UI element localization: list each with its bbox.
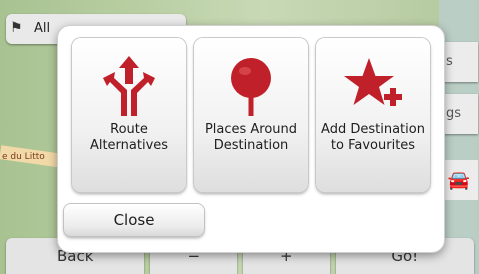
close-button[interactable]: Close xyxy=(64,204,204,236)
route-alternatives-button[interactable]: Route Alternatives xyxy=(72,38,186,192)
car-icon: 🚘 xyxy=(447,169,471,191)
add-destination-to-favourites-button[interactable]: Add Destination to Favourites xyxy=(316,38,430,192)
route-alternatives-icon xyxy=(103,56,155,116)
add-favourite-label-line2: to Favourites xyxy=(330,138,416,153)
side-button-1-label: s xyxy=(446,54,453,69)
add-favourite-label-line1: Add Destination xyxy=(321,122,425,137)
places-pin-icon xyxy=(231,58,271,116)
star-add-icon xyxy=(344,58,402,106)
places-around-label-line2: Destination xyxy=(213,138,289,153)
destination-options-dialog: Route Alternatives Places Around Destina… xyxy=(58,26,444,252)
map-road-label: e du Litto xyxy=(2,152,45,162)
route-alternatives-label-line1: Route xyxy=(110,122,148,137)
checkered-flag-icon: ⚑ xyxy=(10,20,23,36)
places-around-label-line1: Places Around xyxy=(204,122,298,137)
vehicle-button[interactable]: 🚘 xyxy=(440,160,478,200)
side-button-2-label: gs xyxy=(446,106,462,121)
route-info-label: All xyxy=(34,21,51,36)
route-alternatives-label-line2: Alternatives xyxy=(89,138,169,153)
places-around-destination-button[interactable]: Places Around Destination xyxy=(194,38,308,192)
